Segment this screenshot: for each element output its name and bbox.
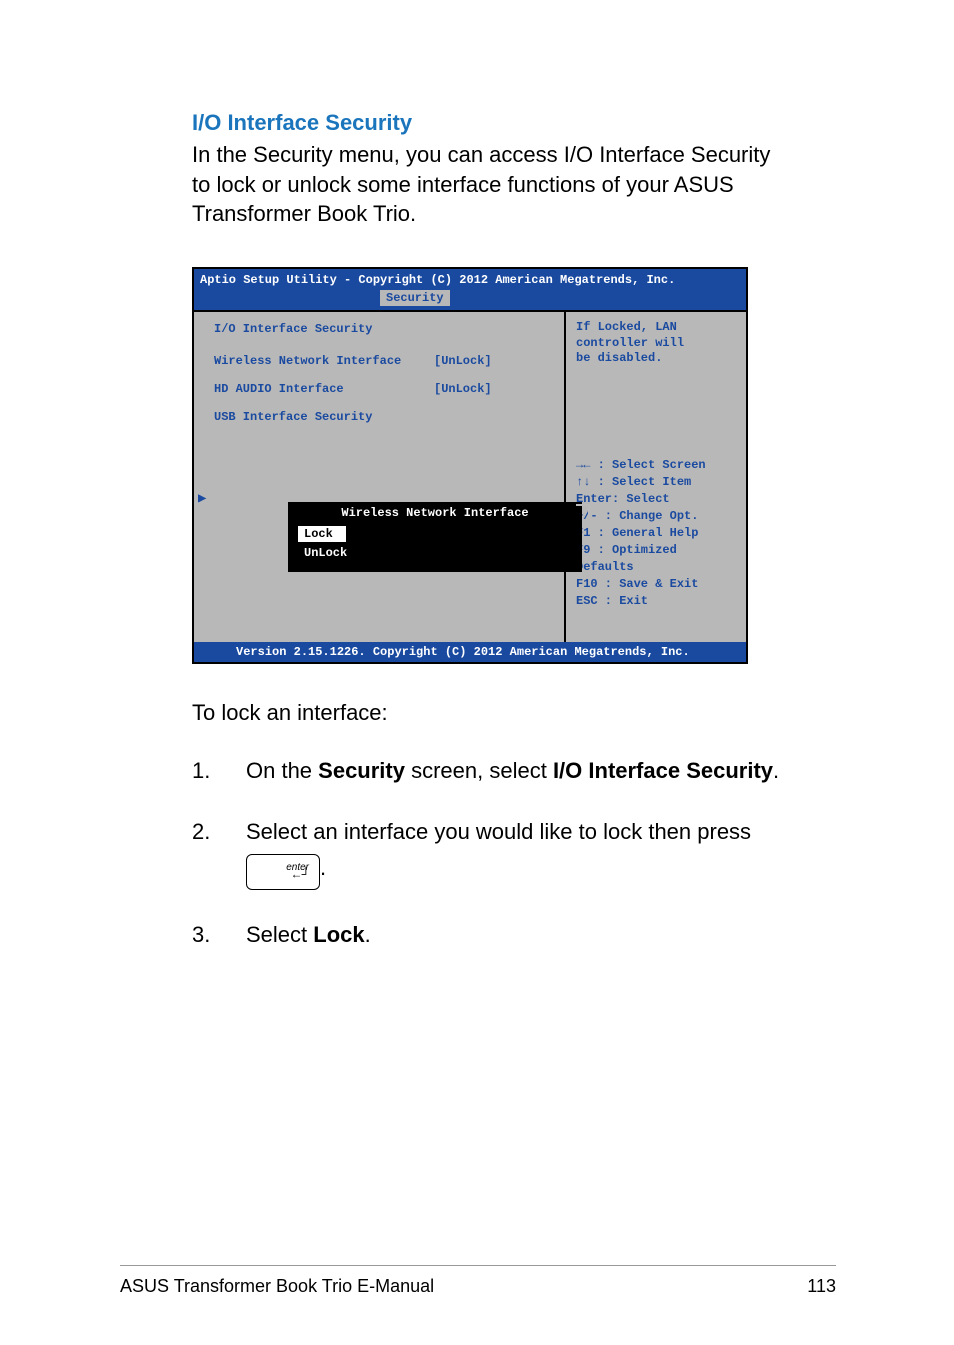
enter-key-icon: enter ←┘	[246, 854, 320, 890]
bios-nav-line: +/- : Change Opt.	[576, 508, 736, 525]
bios-setting-row: HD AUDIO Interface [UnLock]	[214, 382, 552, 396]
step-text: On the	[246, 758, 318, 783]
bios-nav-help: →← : Select Screen ↑↓ : Select Item Ente…	[576, 457, 736, 610]
step-bold-lock: Lock	[313, 922, 364, 947]
step-1: 1. On the Security screen, select I/O In…	[192, 756, 784, 787]
bios-popup-option-lock: Lock	[298, 526, 346, 542]
bios-nav-line: F10 : Save & Exit	[576, 576, 736, 593]
bios-nav-line: Enter: Select	[576, 491, 736, 508]
steps-list: 1. On the Security screen, select I/O In…	[192, 756, 784, 950]
bios-setting-row: Wireless Network Interface [UnLock]	[214, 354, 552, 368]
bios-security-tab: Security	[380, 290, 450, 306]
bios-help-line: be disabled.	[576, 351, 736, 367]
footer-divider	[120, 1265, 836, 1266]
step-number: 3.	[192, 920, 246, 951]
step-text: Select an interface you would like to lo…	[246, 819, 751, 844]
step-bold-io: I/O Interface Security	[553, 758, 773, 783]
step-number: 1.	[192, 756, 246, 787]
bios-setting-label: HD AUDIO Interface	[214, 382, 434, 396]
step-number: 2.	[192, 817, 246, 890]
bios-utility-title: Aptio Setup Utility - Copyright (C) 2012…	[200, 273, 675, 287]
bios-help-line: If Locked, LAN	[576, 320, 736, 336]
bios-nav-line: Defaults	[576, 559, 736, 576]
popup-corner-icon	[576, 504, 590, 516]
step-text: .	[320, 854, 326, 879]
bios-version-bar: Version 2.15.1226. Copyright (C) 2012 Am…	[194, 642, 746, 662]
bios-nav-line: →← : Select Screen	[576, 457, 736, 474]
bios-screenshot: Aptio Setup Utility - Copyright (C) 2012…	[192, 267, 748, 664]
page-footer: ASUS Transformer Book Trio E-Manual 113	[0, 1265, 954, 1297]
step-text: .	[365, 922, 371, 947]
bios-popup-title: Wireless Network Interface	[298, 502, 572, 526]
bios-panel-title: I/O Interface Security	[214, 322, 552, 336]
step-text: .	[773, 758, 779, 783]
bios-nav-line: F1 : General Help	[576, 525, 736, 542]
step-3: 3. Select Lock.	[192, 920, 784, 951]
bios-setting-label: Wireless Network Interface	[214, 354, 434, 368]
bios-popup: Wireless Network Interface Lock UnLock	[288, 502, 582, 572]
bios-title-bar: Aptio Setup Utility - Copyright (C) 2012…	[194, 269, 746, 310]
instruction-lead: To lock an interface:	[192, 700, 784, 726]
step-body: On the Security screen, select I/O Inter…	[246, 756, 784, 787]
step-bold-security: Security	[318, 758, 405, 783]
page-number: 113	[807, 1276, 836, 1297]
bios-popup-option-unlock: UnLock	[298, 545, 353, 561]
step-body: Select an interface you would like to lo…	[246, 817, 784, 890]
bios-nav-line: F9 : Optimized	[576, 542, 736, 559]
footer-title: ASUS Transformer Book Trio E-Manual	[120, 1276, 434, 1297]
bios-submenu-item: USB Interface Security	[214, 410, 552, 424]
bios-right-panel: If Locked, LAN controller will be disabl…	[566, 312, 746, 642]
bios-left-panel: I/O Interface Security Wireless Network …	[194, 312, 566, 642]
bios-version-text: Version 2.15.1226. Copyright (C) 2012 Am…	[236, 645, 690, 659]
triangle-cursor-icon: ▶	[198, 490, 206, 507]
bios-help-text: If Locked, LAN controller will be disabl…	[576, 320, 736, 367]
intro-paragraph: In the Security menu, you can access I/O…	[192, 140, 784, 229]
step-2: 2. Select an interface you would like to…	[192, 817, 784, 890]
step-text: Select	[246, 922, 313, 947]
bios-setting-value: [UnLock]	[434, 382, 492, 396]
enter-arrow-icon: ←┘	[290, 866, 309, 883]
bios-nav-line: ↑↓ : Select Item	[576, 474, 736, 491]
step-text: screen, select	[405, 758, 553, 783]
bios-setting-value: [UnLock]	[434, 354, 492, 368]
step-body: Select Lock.	[246, 920, 784, 951]
bios-nav-line: ESC : Exit	[576, 593, 736, 610]
section-heading: I/O Interface Security	[192, 110, 784, 136]
bios-help-line: controller will	[576, 336, 736, 352]
